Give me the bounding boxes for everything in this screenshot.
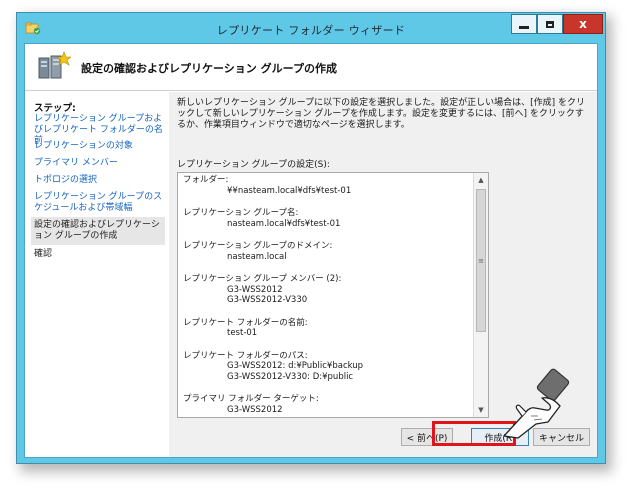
steps-pane: ステップ: レプリケーション グループおよびレプリケート フォルダーの名前 レプ…: [25, 92, 167, 457]
settings-label: レプリケーション グループの設定(S):: [177, 160, 330, 170]
scroll-down-icon[interactable]: ▼: [474, 403, 488, 417]
instructions-text: 新しいレプリケーション グループに以下の設定を選択しました。設定が正しい場合は、…: [177, 98, 586, 130]
step-schedule-bandwidth[interactable]: レプリケーション グループのスケジュールおよび帯域幅: [34, 192, 164, 214]
scroll-thumb[interactable]: ≡: [476, 189, 486, 332]
header-divider: [25, 90, 597, 91]
maximize-button[interactable]: [537, 14, 563, 34]
close-button[interactable]: x: [563, 14, 603, 34]
wizard-header: 設定の確認およびレプリケーション グループの作成: [25, 44, 597, 88]
step-review-create: 設定の確認およびレプリケーション グループの作成: [31, 217, 165, 245]
pointing-hand-icon: [503, 368, 570, 439]
setting-primary-target: プライマリ フォルダー ターゲット: G3-WSS2012: [183, 394, 319, 415]
settings-content: フォルダー: ¥¥nasteam.local¥dfs¥test-01 レプリケー…: [183, 175, 473, 417]
setting-folder: フォルダー: ¥¥nasteam.local¥dfs¥test-01: [183, 175, 352, 196]
setting-domain: レプリケーション グループのドメイン: nasteam.local: [183, 241, 333, 262]
minimize-icon: [519, 25, 529, 29]
step-confirmation: 確認: [34, 249, 53, 259]
settings-scrollbar[interactable]: ▲ ≡ ▼: [473, 173, 488, 417]
scroll-up-icon[interactable]: ▲: [474, 173, 488, 187]
steps-heading: ステップ:: [34, 103, 76, 114]
setting-folder-path: レプリケート フォルダーのパス: G3-WSS2012: d:¥Public¥b…: [183, 350, 364, 382]
setting-group-name: レプリケーション グループ名: nasteam.local¥dfs¥test-0…: [183, 208, 341, 229]
page-title: 設定の確認およびレプリケーション グループの作成: [81, 62, 337, 75]
step-topology[interactable]: トポロジの選択: [34, 175, 164, 186]
settings-textbox[interactable]: フォルダー: ¥¥nasteam.local¥dfs¥test-01 レプリケー…: [177, 172, 489, 418]
step-primary-member[interactable]: プライマリ メンバー: [34, 158, 164, 169]
setting-folder-name: レプリケート フォルダーの名前: test-01: [183, 317, 308, 339]
close-icon: x: [579, 17, 587, 31]
maximize-icon: [546, 20, 554, 28]
replication-server-icon: [38, 51, 71, 79]
step-replication-target[interactable]: レプリケーションの対象: [34, 141, 164, 152]
setting-members: レプリケーション グループ メンバー (2): G3-WSS2012 G3-WS…: [183, 274, 342, 305]
grip-icon: ≡: [478, 256, 484, 265]
title-bar[interactable]: レプリケート フォルダー ウィザード x: [17, 13, 605, 43]
minimize-button[interactable]: [511, 14, 537, 34]
